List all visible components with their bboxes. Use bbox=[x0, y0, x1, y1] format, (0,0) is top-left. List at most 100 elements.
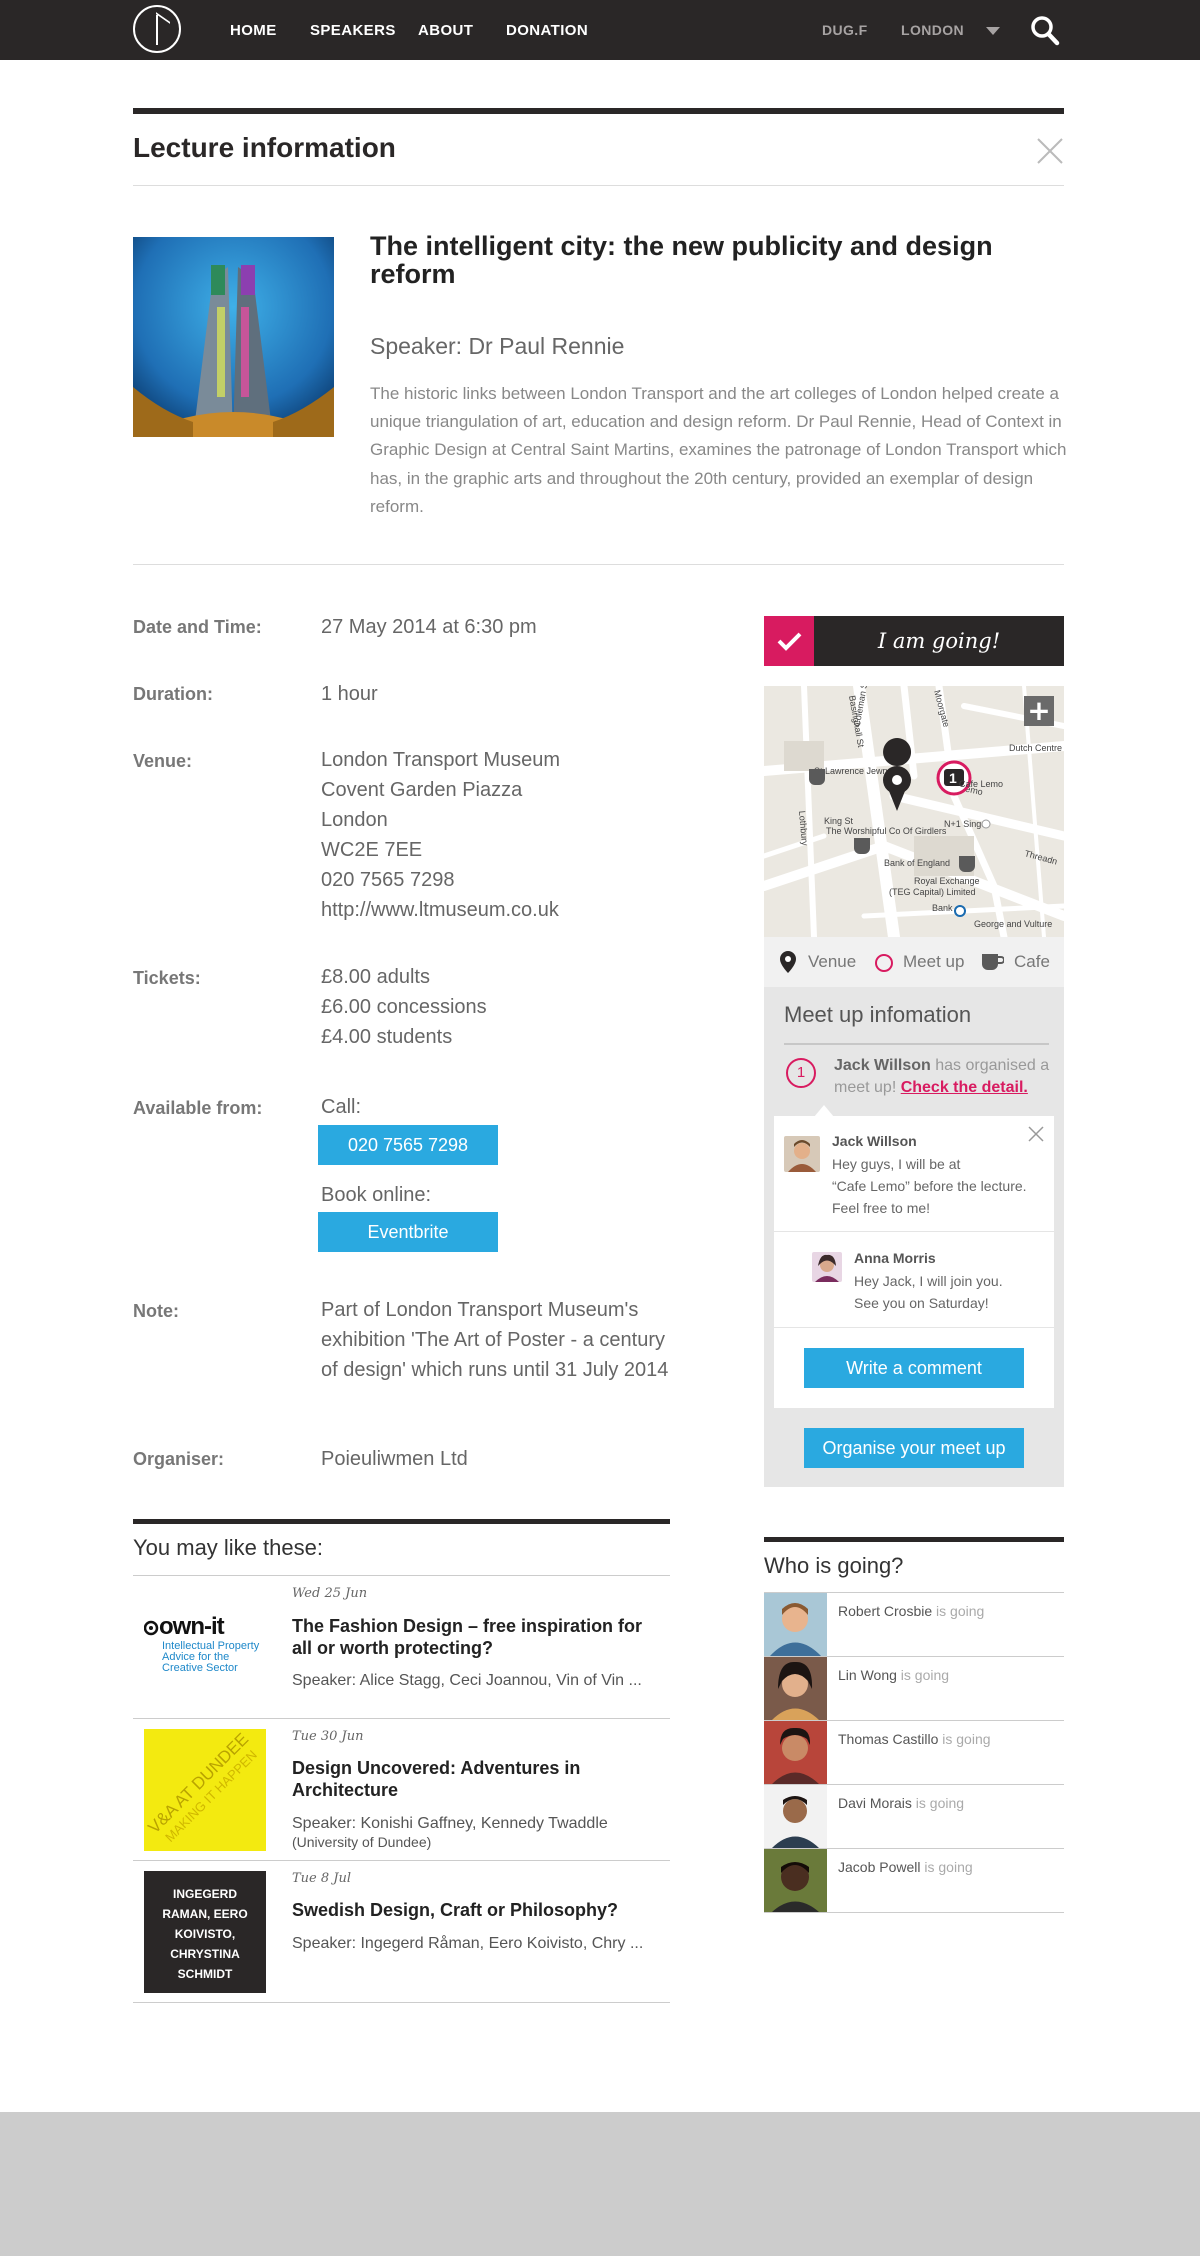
map-meetup-count: 1 bbox=[949, 770, 957, 786]
venue-map[interactable]: Basinghall St Coleman St Moorgate Dutch … bbox=[764, 686, 1064, 937]
related-title: You may like these: bbox=[133, 1535, 323, 1560]
call-button[interactable]: 020 7565 7298 bbox=[318, 1125, 498, 1165]
attendee-photo[interactable] bbox=[764, 1657, 827, 1720]
venue-label: Venue: bbox=[133, 751, 193, 771]
related-speaker-affiliation: (University of Dundee) bbox=[292, 1834, 432, 1850]
attendee-photo[interactable] bbox=[764, 1785, 827, 1848]
check-detail-link[interactable]: Check the detail. bbox=[901, 1079, 1028, 1096]
related-title-link[interactable]: Design Uncovered: Adventures in Architec… bbox=[292, 1757, 662, 1801]
nav-speakers[interactable]: SPEAKERS bbox=[310, 22, 396, 39]
meetup-title: Meet up infomation bbox=[784, 1002, 972, 1027]
map-label: Bank of England bbox=[884, 858, 950, 868]
map-label: Dutch Centre bbox=[1009, 743, 1062, 753]
attendee-name[interactable]: Jacob Powell is going bbox=[838, 1859, 973, 1875]
map-legend: Venue Meet up Cafe bbox=[764, 937, 1064, 987]
chevron-down-icon[interactable] bbox=[986, 27, 1000, 35]
note-line: of design' which runs until 31 July 2014 bbox=[321, 1359, 669, 1381]
user-menu[interactable]: DUG.F bbox=[822, 22, 868, 38]
page-title: Lecture information bbox=[133, 132, 396, 163]
date-value: 27 May 2014 at 6:30 pm bbox=[321, 616, 537, 638]
comment-line: See you on Saturday! bbox=[854, 1295, 989, 1311]
meetup-ring-icon bbox=[875, 954, 893, 972]
attendee-name[interactable]: Davi Morais is going bbox=[838, 1795, 964, 1811]
legend-meetup: Meet up bbox=[903, 952, 965, 971]
related-thumb-text: KOIVISTO, bbox=[175, 1927, 235, 1941]
close-icon[interactable] bbox=[1028, 1126, 1044, 1142]
attendee-name[interactable]: Thomas Castillo is going bbox=[838, 1731, 991, 1747]
lecture-speaker: Speaker: Dr Paul Rennie bbox=[370, 333, 625, 359]
lecture-image bbox=[133, 237, 334, 437]
attendee-photo[interactable] bbox=[764, 1593, 827, 1656]
divider bbox=[133, 185, 1064, 186]
attendee-name[interactable]: Lin Wong is going bbox=[838, 1667, 949, 1683]
map-label: Bank bbox=[932, 903, 953, 913]
venue-website-link[interactable]: http://www.ltmuseum.co.uk bbox=[321, 895, 560, 925]
related-thumbnail[interactable]: own-it Intellectual Property Advice for … bbox=[144, 1586, 266, 1708]
nav-donation[interactable]: DONATION bbox=[506, 22, 588, 39]
divider bbox=[133, 1860, 670, 1861]
nav-about[interactable]: ABOUT bbox=[418, 22, 473, 39]
comment-line: “Cafe Lemo” before the lecture. bbox=[832, 1178, 1027, 1194]
venue-line: London Transport Museum bbox=[321, 749, 561, 771]
map-label: George and Vulture bbox=[974, 919, 1052, 929]
related-title-link[interactable]: Swedish Design, Craft or Philosophy? bbox=[292, 1899, 662, 1921]
logo-icon[interactable] bbox=[133, 5, 181, 53]
write-comment-button[interactable]: Write a comment bbox=[804, 1348, 1024, 1388]
venue-line: Covent Garden Piazza bbox=[321, 779, 523, 801]
nav-home[interactable]: HOME bbox=[230, 22, 277, 39]
related-thumbnail[interactable]: INGEGERD RAMAN, EERO KOIVISTO, CHRYSTINA… bbox=[144, 1871, 266, 1993]
note-label: Note: bbox=[133, 1301, 179, 1321]
venue-pin-icon bbox=[780, 951, 796, 973]
close-icon[interactable] bbox=[1036, 137, 1064, 165]
organiser-label: Organiser: bbox=[133, 1449, 225, 1469]
related-thumbnail[interactable]: V&A AT DUNDEE MAKING IT HAPPEN bbox=[144, 1729, 266, 1851]
note-line: exhibition 'The Art of Poster - a centur… bbox=[321, 1329, 665, 1351]
search-icon[interactable] bbox=[1030, 15, 1060, 47]
venue-line: WC2E 7EE bbox=[321, 839, 423, 861]
i-am-going-button[interactable]: I am going! bbox=[764, 616, 1064, 666]
divider bbox=[133, 564, 1064, 565]
related-title-link[interactable]: The Fashion Design – free inspiration fo… bbox=[292, 1615, 662, 1659]
avatar bbox=[812, 1252, 842, 1282]
duration-label: Duration: bbox=[133, 684, 213, 704]
lecture-description: The historic links between London Transp… bbox=[370, 384, 1067, 516]
related-speaker: Speaker: Alice Stagg, Ceci Joannou, Vin … bbox=[292, 1672, 642, 1689]
who-is-going-title: Who is going? bbox=[764, 1553, 904, 1578]
attendee-photo[interactable] bbox=[764, 1721, 827, 1784]
map-label: St Lawrence Jewry bbox=[814, 766, 891, 776]
map-label: (TEG Capital) Limited bbox=[889, 887, 976, 897]
related-date: Tue 8 Jul bbox=[292, 1871, 352, 1886]
meetup-summary: Jack Willson has organised a meet up! Ch… bbox=[834, 1055, 1054, 1099]
related-speaker: Speaker: Konishi Gaffney, Kennedy Twaddl… bbox=[292, 1815, 608, 1832]
attendee-status: is going bbox=[896, 1667, 950, 1683]
attendee-status: is going bbox=[920, 1859, 973, 1875]
available-label: Available from: bbox=[133, 1098, 263, 1118]
related-thumb-text: CHRYSTINA bbox=[170, 1947, 240, 1961]
city-selector[interactable]: LONDON bbox=[901, 22, 964, 38]
book-label: Book online: bbox=[321, 1184, 432, 1206]
tickets-label: Tickets: bbox=[133, 968, 201, 988]
duration-value: 1 hour bbox=[321, 683, 378, 705]
section-rule bbox=[764, 1537, 1064, 1542]
section-rule bbox=[133, 1519, 670, 1524]
ticket-price: £4.00 students bbox=[321, 1026, 453, 1048]
eventbrite-button[interactable]: Eventbrite bbox=[318, 1212, 498, 1252]
plus-icon[interactable]: + bbox=[1024, 696, 1054, 726]
divider bbox=[784, 1043, 1049, 1045]
attendee-name[interactable]: Robert Crosbie is going bbox=[838, 1603, 984, 1619]
organiser-value: Poieuliwmen Ltd bbox=[321, 1448, 468, 1470]
header-rule bbox=[133, 108, 1064, 114]
tickets-value: £8.00 adults £6.00 concessions £4.00 stu… bbox=[321, 962, 487, 1052]
attendee-photo[interactable] bbox=[764, 1849, 827, 1912]
attendee-name-text: Lin Wong bbox=[838, 1667, 897, 1683]
comment-line: Hey guys, I will be at bbox=[832, 1156, 961, 1172]
comment-line: Hey Jack, I will join you. bbox=[854, 1273, 1003, 1289]
call-label: Call: bbox=[321, 1096, 362, 1118]
avatar bbox=[784, 1136, 820, 1172]
venue-value: London Transport Museum Covent Garden Pi… bbox=[321, 745, 560, 925]
attendee-status: is going bbox=[911, 1795, 965, 1811]
comments-box: Jack Willson Hey guys, I will be at “Caf… bbox=[774, 1116, 1054, 1408]
related-thumb-logo-text: own-it bbox=[159, 1613, 225, 1640]
organise-meetup-button[interactable]: Organise your meet up bbox=[804, 1428, 1024, 1468]
divider bbox=[764, 1912, 1064, 1913]
